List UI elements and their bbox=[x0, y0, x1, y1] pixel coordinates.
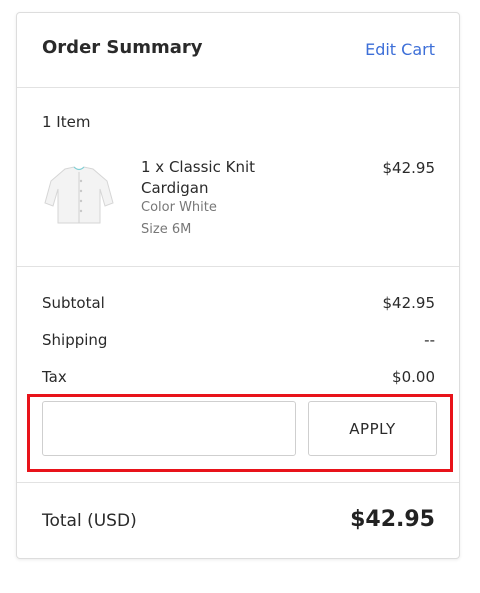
subtotal-value: $42.95 bbox=[382, 294, 436, 312]
product-price: $42.95 bbox=[382, 159, 436, 177]
tax-row: Tax $0.00 bbox=[42, 368, 435, 386]
shipping-label: Shipping bbox=[42, 331, 108, 349]
subtotal-label: Subtotal bbox=[42, 294, 105, 312]
item-count: 1 Item bbox=[42, 113, 91, 131]
order-summary-title: Order Summary bbox=[42, 37, 203, 58]
product-color: Color White bbox=[141, 200, 217, 215]
edit-cart-link[interactable]: Edit Cart bbox=[365, 40, 435, 59]
shipping-value: -- bbox=[424, 331, 435, 349]
tax-label: Tax bbox=[42, 368, 67, 386]
total-label: Total (USD) bbox=[42, 511, 137, 531]
promo-code-input[interactable] bbox=[42, 401, 296, 456]
tax-value: $0.00 bbox=[392, 368, 435, 386]
cardigan-thumbnail-icon bbox=[41, 163, 117, 227]
product-name: 1 x Classic Knit Cardigan bbox=[141, 158, 255, 197]
order-summary-header: Order Summary Edit Cart bbox=[17, 13, 459, 88]
total-divider bbox=[17, 482, 459, 483]
shipping-row: Shipping -- bbox=[42, 331, 435, 349]
subtotal-row: Subtotal $42.95 bbox=[42, 294, 435, 312]
product-size: Size 6M bbox=[141, 222, 192, 237]
order-summary-card: Order Summary Edit Cart 1 Item 1 x Class… bbox=[16, 12, 460, 559]
total-value: $42.95 bbox=[350, 507, 435, 532]
cart-items-section: 1 Item 1 x Classic Knit Cardigan Color W… bbox=[17, 87, 459, 267]
apply-button[interactable]: APPLY bbox=[308, 401, 437, 456]
